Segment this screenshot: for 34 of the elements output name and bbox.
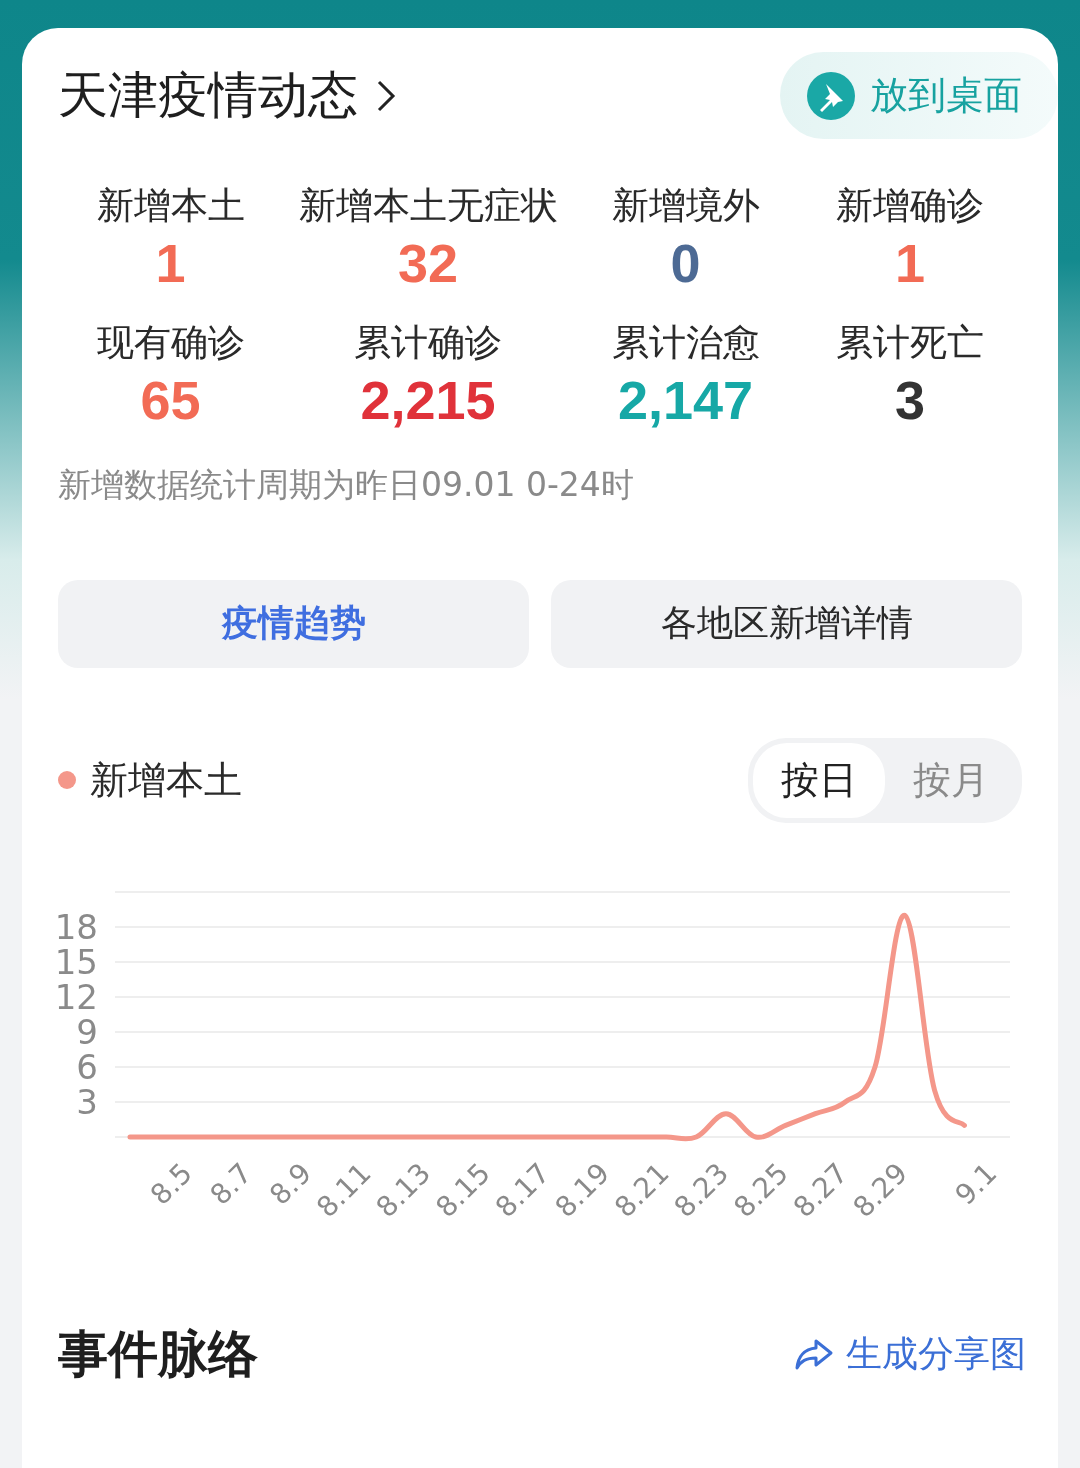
x-axis-label: 8.5	[143, 1156, 199, 1212]
stat-value: 1	[155, 232, 186, 295]
legend-label: 新增本土	[90, 756, 242, 804]
pin-icon	[806, 70, 856, 121]
stat-label: 累计死亡	[836, 319, 984, 366]
tab[interactable]: 各地区新增详情	[551, 579, 1022, 668]
stat-value: 2,215	[360, 368, 496, 432]
x-axis-label: 8.9	[263, 1156, 318, 1212]
region-title-link[interactable]: 天津疫情动态	[58, 62, 396, 129]
stat-label: 现有确诊	[96, 319, 245, 366]
stat-value: 3	[894, 368, 925, 432]
stat-label: 累计确诊	[354, 319, 502, 366]
section-title: 事件脉络	[58, 1323, 258, 1385]
stat-value: 1	[894, 232, 925, 295]
data-period-note: 新增数据统计周期为昨日09.01 0-24时	[58, 463, 635, 506]
period-option[interactable]: 按月	[885, 742, 1017, 818]
stat-label: 新增本土	[96, 183, 245, 229]
stat-label: 新增本土无症状	[298, 183, 558, 229]
stat-value: 0	[670, 232, 701, 295]
stat-label: 新增确诊	[836, 183, 984, 229]
tab[interactable]: 疫情趋势	[58, 579, 529, 668]
x-axis-label: 8.7	[203, 1156, 259, 1212]
x-axis-label: 9.1	[948, 1156, 1004, 1212]
share-image-link[interactable]: 生成分享图	[794, 1329, 1026, 1379]
share-icon	[794, 1337, 834, 1372]
stat-value: 65	[140, 368, 201, 432]
chevron-icon	[376, 78, 396, 113]
stat-label: 累计治愈	[611, 319, 760, 366]
stat-value: 32	[397, 232, 459, 295]
add-to-desktop-button[interactable]: 放到桌面	[780, 52, 1058, 139]
stat-label: 新增境外	[611, 183, 760, 229]
stat-value: 2,147	[617, 368, 754, 432]
period-option[interactable]: 按日	[753, 742, 885, 818]
legend-dot	[58, 771, 76, 790]
